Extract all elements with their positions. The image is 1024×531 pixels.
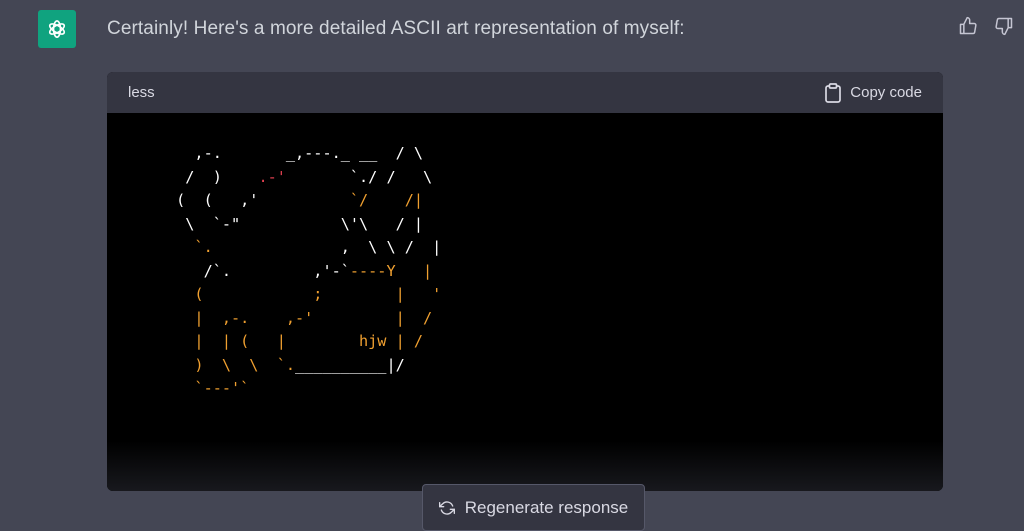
ascii-segment: `. bbox=[167, 238, 213, 256]
ascii-segment: \ `-" \'\ / | bbox=[167, 214, 424, 233]
refresh-icon bbox=[438, 500, 455, 515]
assistant-message: Certainly! Here's a more detailed ASCII … bbox=[107, 18, 685, 39]
ascii-line: ) \ \ `.__________|/ bbox=[167, 355, 405, 374]
ascii-segment: | / bbox=[313, 308, 433, 327]
code-block-header: less Copy code bbox=[107, 72, 943, 113]
ascii-segment: /`. ,'-` bbox=[167, 261, 350, 280]
copy-code-label: Copy code bbox=[850, 84, 922, 101]
ascii-segment: `/ /| bbox=[340, 191, 424, 209]
ascii-line: /`. ,'-`----Y | bbox=[167, 261, 433, 280]
thumbs-down-icon bbox=[995, 17, 1013, 36]
ascii-line: ,-. _,---._ __ / \ bbox=[167, 144, 423, 162]
ascii-line: ( ; | ' bbox=[167, 285, 441, 303]
ascii-segment: ) \ \ `. bbox=[167, 355, 296, 374]
ascii-line: | | ( | hjw | / bbox=[167, 332, 423, 350]
ascii-segment: .-' bbox=[258, 167, 286, 186]
ascii-segment: ----Y | bbox=[349, 261, 433, 280]
ascii-line: | ,-. ,-' | / bbox=[167, 309, 432, 327]
ascii-segment: ( ; | ' bbox=[167, 285, 442, 303]
code-block: less Copy code ,-. _,---._ __ / \ / ) .-… bbox=[107, 72, 943, 491]
ascii-segment: ,-. _,---._ __ / \ bbox=[167, 144, 424, 162]
ascii-segment: |/ bbox=[386, 355, 405, 374]
regenerate-label: Regenerate response bbox=[464, 497, 629, 517]
thumbs-up-button[interactable] bbox=[956, 14, 980, 38]
ascii-line: ( ( ,' `/ /| bbox=[167, 191, 423, 209]
ascii-segment: | | ( | hjw | / bbox=[167, 332, 424, 350]
ascii-line: / ) .-' `./ / \ bbox=[167, 168, 432, 186]
code-body: ,-. _,---._ __ / \ / ) .-' `./ / \ ( ( ,… bbox=[107, 113, 943, 491]
clipboard-icon bbox=[825, 82, 842, 103]
ascii-line: `---'` bbox=[167, 379, 249, 397]
code-language-label: less bbox=[128, 84, 155, 101]
ascii-segment: __________ bbox=[295, 355, 387, 374]
ascii-line: `. , \ \ / | bbox=[167, 238, 441, 256]
ascii-line: \ `-" \'\ / | bbox=[167, 215, 423, 233]
ascii-segment: / ) bbox=[167, 167, 259, 186]
thumbs-up-icon bbox=[959, 16, 977, 35]
assistant-avatar bbox=[38, 10, 76, 48]
ascii-segment: `---'` bbox=[167, 379, 250, 397]
ascii-segment: , \ \ / | bbox=[212, 238, 442, 256]
ascii-segment: `./ / \ bbox=[285, 167, 433, 186]
copy-code-button[interactable]: Copy code bbox=[824, 82, 922, 103]
thumbs-down-button[interactable] bbox=[992, 14, 1016, 38]
openai-logo-icon bbox=[48, 20, 66, 38]
ascii-art: ,-. _,---._ __ / \ / ) .-' `./ / \ ( ( ,… bbox=[167, 142, 441, 401]
regenerate-response-button[interactable]: Regenerate response bbox=[422, 484, 645, 531]
ascii-segment: | ,-. ,-' bbox=[167, 308, 314, 327]
ascii-segment: ( ( ,' bbox=[167, 191, 341, 209]
